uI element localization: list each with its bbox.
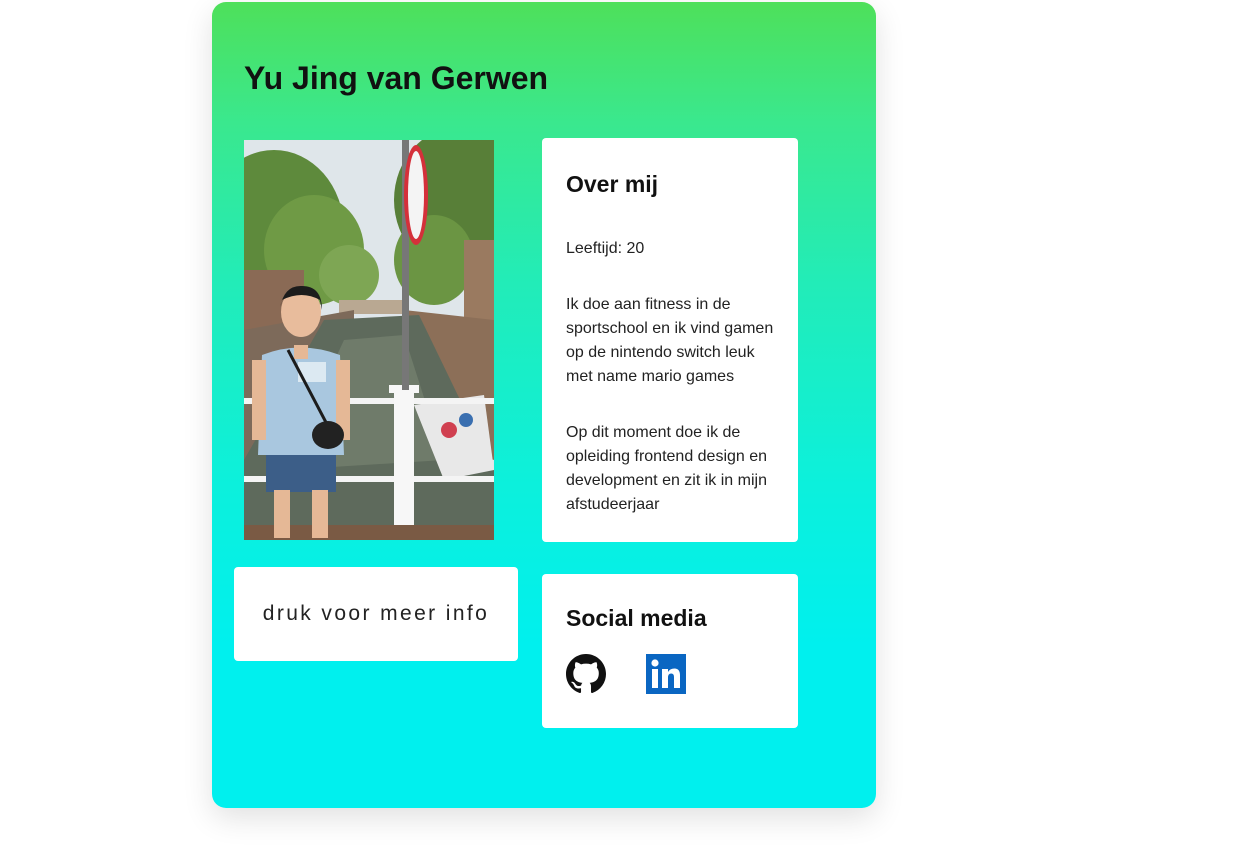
social-heading: Social media <box>566 605 707 631</box>
study-text: Op dit moment doe ik de opleiding fronte… <box>566 424 768 513</box>
profile-photo <box>244 140 494 540</box>
more-info-button[interactable]: druk voor meer info <box>234 567 518 661</box>
linkedin-icon[interactable] <box>646 654 686 694</box>
hobbies-text: Ik doe aan fitness in de sportschool en … <box>566 296 774 385</box>
about-heading: Over mij <box>566 171 659 197</box>
social-panel: Social media <box>542 574 798 728</box>
about-panel: Over mij Leeftijd: 20 Ik doe aan fitness… <box>542 138 798 542</box>
age-text: Leeftijd: 20 <box>566 240 645 257</box>
social-icons <box>566 654 774 694</box>
page-title: Yu Jing van Gerwen <box>244 60 549 96</box>
github-icon[interactable] <box>566 654 606 694</box>
profile-card: Yu Jing van Gerwen druk voor meer info O… <box>212 2 876 808</box>
